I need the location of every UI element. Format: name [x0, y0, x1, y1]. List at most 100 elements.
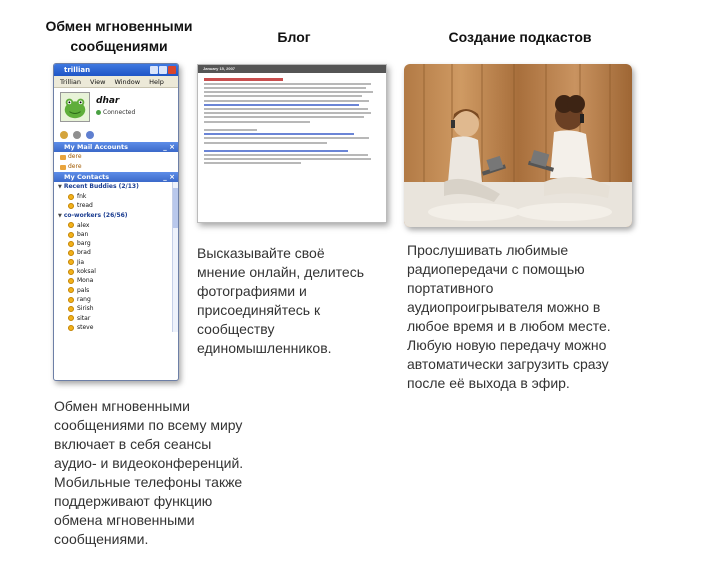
buddy-icon	[68, 305, 74, 312]
mail-account-row: dere	[54, 162, 178, 172]
buddy-icon	[68, 287, 74, 294]
buddy-icon	[68, 250, 74, 257]
mail-accounts-header: My Mail Accounts _ ×	[54, 142, 178, 152]
buddy-name: Jia	[77, 258, 85, 266]
buddy-name: Sirish	[77, 305, 94, 313]
buddy-icon	[68, 268, 74, 275]
buddy-icon	[68, 324, 74, 331]
buddy-name: fnk	[77, 193, 87, 200]
buddy-name: koksal	[77, 268, 96, 276]
contact-group: ▼ Recent Buddies (2/13)	[58, 182, 178, 192]
buddy-item: rang	[58, 295, 178, 304]
section-controls-icon: _ ×	[163, 143, 175, 151]
buddy-item: fnk	[58, 192, 178, 201]
blog-spacer	[204, 146, 380, 148]
blog-spacer	[204, 125, 380, 127]
im-titlebar: trillian	[54, 64, 178, 76]
mail-icon	[86, 131, 94, 139]
blog-text-line	[204, 99, 370, 102]
buddy-name: sitar	[77, 314, 91, 322]
buddy-item: pals	[58, 286, 178, 295]
section-controls-icon: _ ×	[163, 173, 175, 181]
frog-avatar-icon	[60, 92, 90, 122]
blog-body-text	[198, 73, 386, 170]
buddy-icon	[68, 259, 74, 266]
blog-text-line	[204, 95, 363, 98]
blog-text-line	[204, 137, 370, 140]
buddy-icon	[68, 202, 74, 209]
im-username: dhar	[96, 96, 120, 106]
buddy-name: ban	[77, 230, 89, 238]
podcast-column-title: Создание подкастов	[448, 29, 592, 45]
contact-list-scrollbar	[172, 182, 178, 333]
buddy-icon	[68, 296, 74, 303]
blog-text-line	[204, 108, 368, 110]
blog-column-title: Блог	[277, 29, 311, 45]
im-status: Connected	[96, 109, 135, 116]
im-status-text: Connected	[103, 109, 136, 116]
blog-text-line	[204, 128, 257, 131]
blog-link-line	[204, 103, 359, 106]
blog-text-line	[204, 91, 373, 94]
blog-text-line	[204, 158, 372, 161]
buddy-icon	[68, 278, 74, 285]
buddy-item: Mona	[58, 276, 178, 285]
buddy-name: tread	[77, 202, 93, 210]
podcast-photo	[404, 64, 632, 227]
im-window-screenshot: trillian Trillian View Window Help dhar	[53, 63, 179, 381]
buddy-name: barg	[77, 240, 91, 248]
im-menubar: Trillian View Window Help	[54, 76, 178, 88]
buddy-icon	[68, 240, 74, 247]
buddy-item: ban	[58, 230, 178, 239]
mail-account-name: dere	[68, 153, 82, 160]
im-menu-trillian: Trillian	[60, 78, 82, 86]
globe-icon	[73, 131, 81, 139]
buddy-name: rang	[77, 295, 91, 303]
buddy-item: barg	[58, 239, 178, 248]
blog-post-title-line	[204, 78, 284, 81]
blog-column-description: Высказывайте своё мнение онлайн, делитес…	[197, 245, 364, 356]
im-profile: dhar Connected	[54, 88, 178, 128]
buddy-name: brad	[77, 249, 91, 257]
blog-text-line	[204, 82, 372, 85]
mail-icon	[60, 164, 66, 170]
buddy-name: steve	[77, 323, 94, 331]
expand-icon: ▼	[58, 212, 62, 219]
im-quick-actions	[54, 128, 178, 142]
im-window-controls	[150, 66, 176, 74]
buddy-item: Sirish	[58, 304, 178, 313]
buddy-name: pals	[77, 286, 90, 294]
blog-text-line	[204, 141, 328, 144]
expand-icon: ▼	[58, 184, 62, 190]
blog-link-line	[204, 133, 354, 136]
scrollbar-thumb	[173, 188, 178, 228]
im-app-title: trillian	[64, 66, 91, 74]
im-menu-window: Window	[114, 78, 141, 86]
blog-text-line	[204, 87, 366, 90]
buddy-item: alex	[58, 221, 178, 230]
blog-link-line	[204, 149, 349, 152]
blog-text-line	[204, 116, 365, 119]
mail-account-row: dere	[54, 152, 178, 162]
buddy-item: brad	[58, 248, 178, 257]
buddy-icon	[68, 222, 74, 229]
online-status-icon	[96, 110, 101, 115]
buddy-name: Mona	[77, 277, 94, 285]
mail-accounts-label: My Mail Accounts	[64, 143, 128, 151]
buddy-icon	[68, 193, 74, 200]
im-column-description: Обмен мгновенными сообщениями по всему м…	[54, 398, 244, 547]
contact-list: ▼ Recent Buddies (2/13) fnk tread ▼ co-wor…	[54, 182, 178, 333]
lock-icon	[60, 131, 68, 139]
blog-text-line	[204, 162, 301, 165]
buddy-item: tread	[58, 201, 178, 210]
mail-icon	[60, 154, 66, 160]
minimize-icon	[150, 66, 158, 74]
blog-header: January 15, 2007	[198, 65, 386, 73]
contacts-label: My Contacts	[64, 173, 110, 181]
buddy-name: alex	[77, 221, 90, 229]
mail-account-name: dere	[68, 163, 82, 170]
close-icon	[168, 66, 176, 74]
buddy-item: sitar	[58, 314, 178, 323]
contacts-header: My Contacts _ ×	[54, 172, 178, 182]
buddy-icon	[68, 315, 74, 322]
